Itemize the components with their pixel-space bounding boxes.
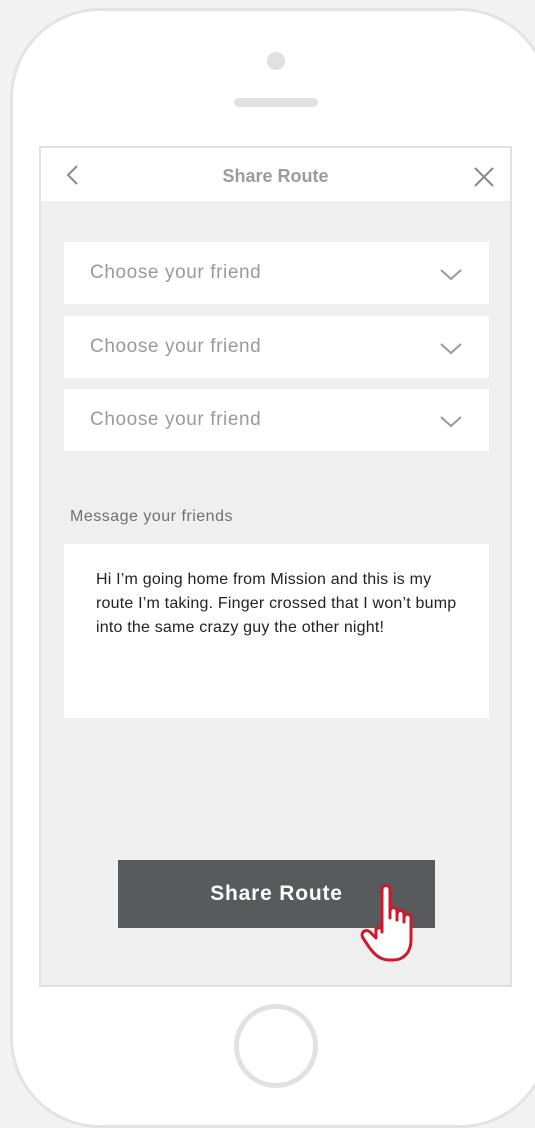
- message-label: Message your friends: [70, 508, 233, 525]
- friend-select-2[interactable]: Choose your friend: [64, 316, 489, 378]
- chevron-down-icon: [440, 416, 462, 428]
- friend-select-placeholder: Choose your friend: [90, 409, 262, 430]
- message-textarea[interactable]: Hi I’m going home from Mission and this …: [64, 544, 489, 718]
- chevron-down-icon: [440, 343, 462, 355]
- app-screen: Share Route Choose your friend Choose yo…: [39, 146, 512, 987]
- home-button[interactable]: [234, 1004, 318, 1088]
- hand-pointer-icon: [360, 884, 413, 962]
- speaker-slot: [234, 98, 318, 107]
- camera-dot: [267, 52, 285, 70]
- friend-select-3[interactable]: Choose your friend: [64, 389, 489, 451]
- close-icon[interactable]: [472, 165, 496, 189]
- friend-select-placeholder: Choose your friend: [90, 336, 262, 357]
- page-title: Share Route: [222, 166, 329, 186]
- nav-bar: Share Route: [41, 148, 510, 201]
- message-text: Hi I’m going home from Mission and this …: [96, 571, 457, 636]
- friend-select-1[interactable]: Choose your friend: [64, 242, 489, 304]
- chevron-down-icon: [440, 269, 462, 281]
- friend-select-placeholder: Choose your friend: [90, 262, 262, 283]
